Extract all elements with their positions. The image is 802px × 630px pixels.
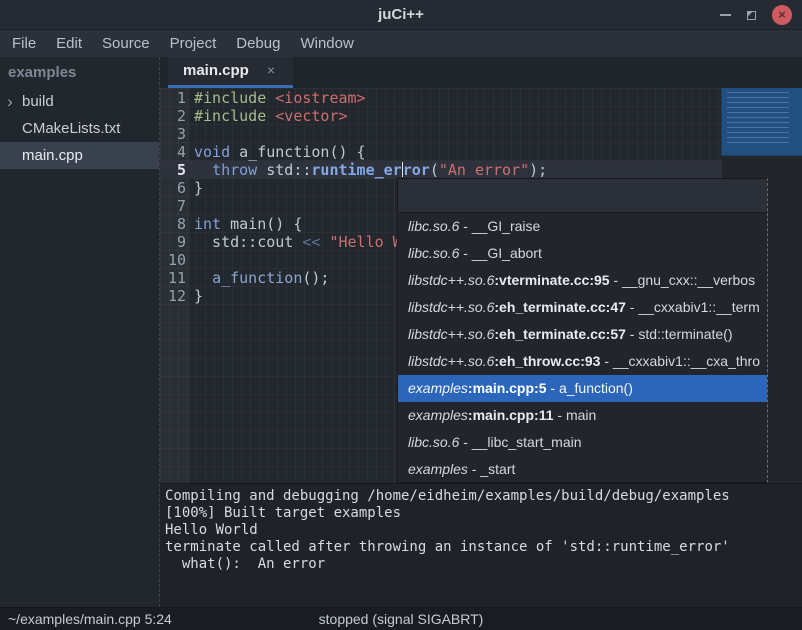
backtrace-entry[interactable]: libstdc++.so.6:eh_throw.cc:93 - __cxxabi… [398,348,767,375]
editor-column: main.cpp × 123456789101112 #include <ios… [159,57,802,607]
popup-search-field[interactable] [398,179,767,213]
statusbar: ~/examples/main.cpp 5:24 stopped (signal… [0,607,802,630]
window-controls: × [720,0,792,30]
status-debug-state: stopped (signal SIGABRT) [0,608,802,630]
code-line[interactable]: #include <vector> [194,107,348,125]
backtrace-entry[interactable]: examples - _start [398,456,767,483]
menubar: File Edit Source Project Debug Window [0,30,802,57]
backtrace-entry[interactable]: libc.so.6 - __GI_abort [398,240,767,267]
menu-source[interactable]: Source [100,30,152,57]
menu-debug[interactable]: Debug [234,30,282,57]
menu-file[interactable]: File [10,30,38,57]
line-number: 7 [160,197,186,215]
backtrace-entry[interactable]: libstdc++.so.6:vterminate.cc:95 - __gnu_… [398,267,767,294]
line-number: 5 [160,161,186,179]
menu-edit[interactable]: Edit [54,30,84,57]
backtrace-entry[interactable]: examples:main.cpp:11 - main [398,402,767,429]
tree-item-label: main.cpp [0,142,83,169]
tree-item-label: CMakeLists.txt [0,115,120,142]
code-overview-tooltip [721,88,802,156]
backtrace-entry[interactable]: libstdc++.so.6:eh_terminate.cc:57 - std:… [398,321,767,348]
backtrace-popup: libc.so.6 - __GI_raiselibc.so.6 - __GI_a… [397,178,768,483]
menu-project[interactable]: Project [168,30,219,57]
line-number: 10 [160,251,186,269]
backtrace-entry[interactable]: libc.so.6 - __libc_start_main [398,429,767,456]
code-line[interactable]: std::cout << "Hello W [194,233,402,251]
menu-window[interactable]: Window [298,30,355,57]
tab-close-icon[interactable]: × [267,57,275,84]
tab-main-cpp[interactable]: main.cpp × [168,57,293,88]
overview-text-lines [727,92,789,147]
line-number: 11 [160,269,186,287]
line-number: 4 [160,143,186,161]
tree-item-label: build [20,88,54,115]
code-line[interactable]: } [194,179,203,197]
line-number: 8 [160,215,186,233]
backtrace-list: libc.so.6 - __GI_raiselibc.so.6 - __GI_a… [398,213,767,483]
project-name: examples [0,57,159,88]
tree-item-cmakelists-txt[interactable]: CMakeLists.txt [0,115,159,142]
window-close-icon[interactable]: × [772,5,792,25]
backtrace-entry[interactable]: examples:main.cpp:5 - a_function() [398,375,767,402]
tabbar: main.cpp × [160,57,802,88]
console-output-line: [100%] Built target examples [165,505,798,522]
code-editor[interactable]: 123456789101112 #include <iostream>#incl… [160,88,802,483]
console-output-line: Hello World [165,522,798,539]
window-title: juCi++ [0,0,802,30]
code-line[interactable]: int main() { [194,215,302,233]
code-line[interactable]: #include <iostream> [194,89,366,107]
tab-label: main.cpp [183,57,249,85]
line-number: 9 [160,233,186,251]
backtrace-entry[interactable]: libc.so.6 - __GI_raise [398,213,767,240]
restore-icon[interactable] [747,11,756,20]
code-line[interactable]: throw std::runtime_error("An error"); [194,161,547,179]
code-line[interactable]: a_function(); [194,269,329,287]
console-output-line: terminate called after throwing an insta… [165,539,798,556]
tree-item-build[interactable]: ›build [0,88,159,115]
tree-item-main-cpp[interactable]: main.cpp [0,142,159,169]
titlebar: juCi++ × [0,0,802,30]
console-output-line: Compiling and debugging /home/eidheim/ex… [165,488,798,505]
file-tree-sidebar: examples ›buildCMakeLists.txtmain.cpp [0,57,159,607]
backtrace-entry[interactable]: libstdc++.so.6:eh_terminate.cc:47 - __cx… [398,294,767,321]
code-line[interactable]: } [194,287,203,305]
minimize-icon[interactable] [720,14,731,16]
line-number: 6 [160,179,186,197]
line-number: 12 [160,287,186,305]
line-number: 1 [160,89,186,107]
debug-output-console[interactable]: Compiling and debugging /home/eidheim/ex… [160,483,802,607]
line-number: 2 [160,107,186,125]
chevron-right-icon[interactable]: › [0,89,20,114]
line-number: 3 [160,125,186,143]
code-line[interactable]: void a_function() { [194,143,366,161]
console-output-line: what(): An error [165,556,798,573]
